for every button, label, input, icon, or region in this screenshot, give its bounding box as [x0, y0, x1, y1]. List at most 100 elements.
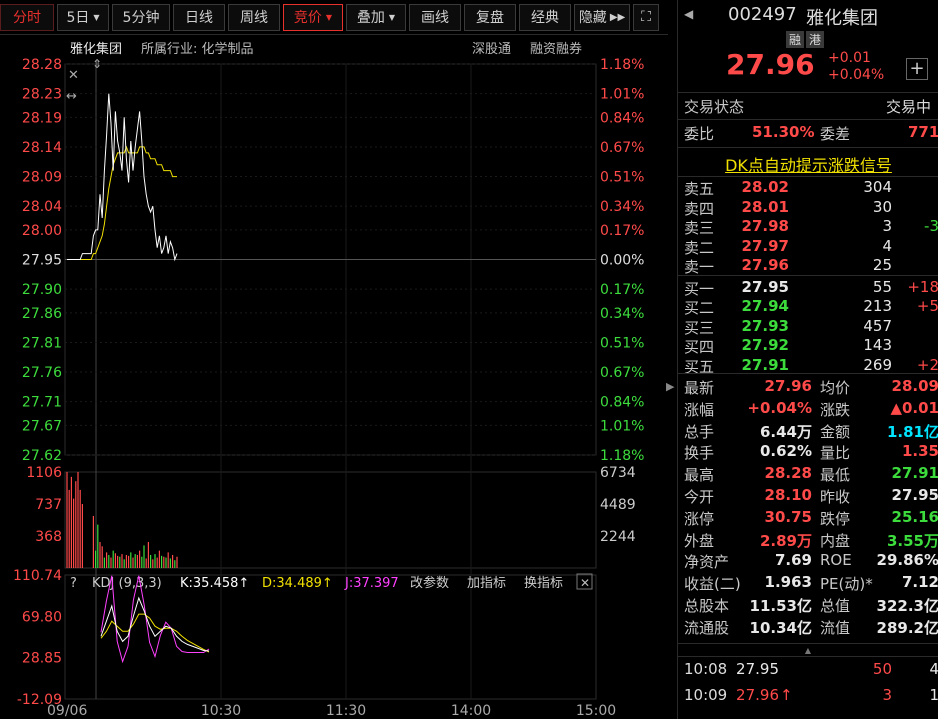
toolbar-10-button[interactable]: 隐藏 ▶▶	[574, 3, 630, 31]
prev-stock-arrow-icon[interactable]: ◀	[684, 7, 693, 21]
toolbar-7-button[interactable]: 画线	[409, 3, 461, 31]
price-tick-label: 28.09	[22, 170, 62, 186]
stat-label: 最低	[820, 466, 851, 485]
kdj-add-indicator-button: 加指标	[467, 576, 506, 591]
level-label: 买一	[684, 279, 715, 298]
ask-level-row[interactable]: 卖三 27.98 3 -3	[678, 217, 938, 237]
stat-row: 外盘 2.89万 内盘 3.55万	[678, 530, 938, 550]
ask-level-row[interactable]: 卖五 28.02 304	[678, 178, 938, 198]
stat-label: 最高	[684, 466, 715, 485]
ask-level-row[interactable]: 卖四 28.01 30	[678, 198, 938, 218]
level-price: 27.98	[741, 217, 789, 235]
ask-level-row[interactable]: 卖一 27.96 25	[678, 256, 938, 276]
amount-tick-label: 2244	[600, 529, 636, 545]
trade-time: 10:09	[684, 686, 728, 704]
stat-value: 289.2亿	[876, 618, 938, 637]
price-tick-label: 28.28	[22, 57, 62, 73]
ask-level-row[interactable]: 卖二 27.97 4	[678, 237, 938, 257]
kdj-frame	[64, 574, 597, 700]
kdj-j-value: J:37.397	[344, 576, 399, 591]
level-price: 27.96	[741, 256, 789, 274]
stat-label: 收益(二)	[684, 575, 741, 594]
weicha-label: 委差	[820, 125, 851, 143]
price-change: +0.01	[828, 50, 871, 66]
level-volume: 269	[863, 355, 892, 374]
price-tick-label: 27.71	[22, 395, 62, 411]
toolbar-button-label: 画线	[421, 10, 449, 26]
amount-tick-label: 4489	[600, 497, 636, 513]
volume-frame	[64, 471, 597, 569]
pct-tick-label: 1.01%	[600, 418, 644, 434]
kdj-close-icon[interactable]: ✕	[580, 576, 590, 590]
level-price: 28.02	[741, 178, 789, 196]
collapse-panel-arrow-icon[interactable]: ▶	[666, 380, 676, 404]
chart-industry: 所属行业: 化学制品	[141, 41, 254, 57]
trade-price: 27.96	[736, 686, 779, 704]
toolbar-5-button[interactable]: 竞价 ▼	[283, 3, 343, 31]
stat-row: 最新 27.96 均价 28.09	[678, 377, 938, 397]
toolbar-1-button[interactable]: 5日 ▼	[57, 3, 109, 31]
stat-value: 7.12	[901, 573, 938, 592]
volume-tick-label: 368	[35, 529, 62, 545]
level-label: 买二	[684, 299, 715, 317]
expand-icon[interactable]: ⛶	[633, 3, 659, 31]
toolbar-button-label: 分时	[13, 10, 41, 26]
level-price: 27.92	[741, 336, 789, 354]
stat-label: 内盘	[820, 531, 851, 550]
stat-value: 1.963	[764, 573, 812, 592]
dropdown-caret-icon: ▼	[388, 12, 396, 22]
dk-signal-link[interactable]: DK点自动提示涨跌信号	[725, 156, 892, 175]
toolbar-button-label: 叠加	[356, 10, 385, 26]
toolbar-9-button[interactable]: 经典	[519, 3, 571, 31]
trade-price: 27.95	[736, 660, 779, 678]
weibi-label: 委比	[684, 125, 715, 143]
stat-value: 27.96	[764, 377, 812, 395]
level-label: 卖四	[684, 199, 715, 218]
weicha-value: 771	[908, 123, 938, 141]
pct-tick-label: 0.84%	[600, 110, 644, 126]
kdj-d-value: D:34.489↑	[262, 576, 333, 591]
toolbar-6-button[interactable]: 叠加 ▼	[346, 3, 406, 31]
stat-value: 28.09	[891, 377, 938, 395]
help-icon[interactable]: ?	[70, 576, 77, 591]
bid-level-row[interactable]: 买三 27.93 457	[678, 317, 938, 337]
resize-arrows-icon[interactable]: ↔	[66, 89, 77, 104]
toolbar-3-button[interactable]: 日线	[173, 3, 225, 31]
pct-tick-label: 1.18%	[600, 57, 644, 73]
toolbar-0-button[interactable]: 分时	[0, 3, 54, 31]
toolbar-4-button[interactable]: 周线	[228, 3, 280, 31]
expand-up-icon[interactable]: ▲	[798, 646, 818, 655]
level-volume: 30	[872, 197, 892, 216]
trade-count: 1	[929, 686, 938, 704]
level-price: 27.95	[741, 277, 789, 296]
dropdown-caret-icon: ▼	[93, 12, 100, 22]
level-volume: 457	[863, 316, 892, 335]
close-icon[interactable]: ✕	[68, 68, 79, 83]
kdj-k-value: K:35.458↑	[180, 576, 249, 591]
stat-row: 总手 6.44万 金额 1.81亿	[678, 421, 938, 441]
intraday-chart[interactable]: 雅化集团 所属行业: 化学制品 深股通 融资融券 28.28 28.23 28.19 28.1…	[0, 35, 666, 719]
toolbar-8-button[interactable]: 复盘	[464, 3, 516, 31]
level-change: +2	[916, 355, 938, 374]
price-tick-label: 28.00	[22, 223, 62, 239]
stat-value: 0.62%	[759, 442, 812, 461]
stat-row: 涨停 30.75 跌停 25.16	[678, 508, 938, 528]
pin-icon[interactable]: ⇕	[92, 57, 102, 71]
kdj-switch-indicator-button: 换指标	[524, 576, 563, 591]
level-change: +18	[907, 277, 938, 296]
bid-level-row[interactable]: 买四 27.92 143	[678, 336, 938, 356]
plus-icon[interactable]: +	[906, 58, 928, 80]
stat-value: 6.44万	[759, 422, 812, 441]
stock-tags: 融 港	[786, 31, 825, 48]
bid-level-row[interactable]: 买一 27.95 55 +18	[678, 278, 938, 298]
bid-level-row[interactable]: 买二 27.94 213 +5	[678, 297, 938, 317]
toolbar-button-label: 竞价	[293, 10, 322, 26]
stat-row: 最高 28.28 最低 27.91	[678, 464, 938, 484]
price-tick-label: 27.90	[22, 282, 62, 298]
level-volume: 55	[872, 277, 892, 296]
stat-value: 1.35	[901, 442, 938, 461]
level-price: 27.94	[741, 297, 789, 315]
toolbar-2-button[interactable]: 5分钟	[112, 3, 170, 31]
stat-row: 换手 0.62% 量比 1.35	[678, 442, 938, 462]
price-tick-label: 28.14	[22, 140, 62, 156]
